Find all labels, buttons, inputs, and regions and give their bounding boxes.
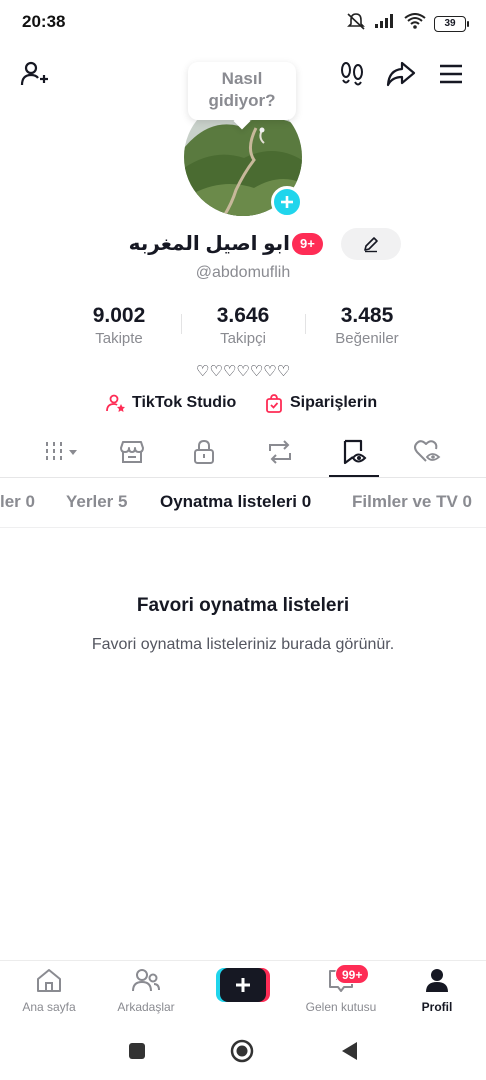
tiktok-studio-link[interactable]: TikTok Studio [106,393,236,413]
name-badge[interactable]: 9+ [292,233,323,255]
stat-value: 3.646 [216,304,270,327]
status-bubble[interactable]: Nasıl gidiyor? [188,62,296,120]
add-user-icon[interactable] [17,57,51,91]
stat-value: 3.485 [340,304,394,327]
lock-icon[interactable] [182,432,226,472]
circle-icon [230,1039,254,1063]
friends-icon [132,969,160,992]
subtabs-divider [0,527,486,528]
status-icons: 39 [346,12,469,35]
sub-tabs: ler 0 Yerler 5 Oynatma listeleri 0 Filml… [0,478,486,528]
plus-icon [281,196,293,208]
home-button[interactable] [229,1038,255,1064]
subtab-previous[interactable]: ler 0 [0,492,35,512]
subtab-places[interactable]: Yerler 5 [66,492,127,512]
stat-label: Beğeniler [335,330,399,347]
nav-label: Ana sayfa [22,1000,76,1014]
nav-profile[interactable]: Profil [392,967,482,1014]
add-photo-button[interactable] [271,186,303,218]
bottom-nav: Ana sayfa Arkadaşlar Gelen kutusu 99+ Pr… [0,960,486,1018]
recents-button[interactable] [124,1038,150,1064]
nav-label: Arkadaşlar [117,1000,175,1014]
repost-icon[interactable] [258,432,302,472]
stat-divider [305,314,306,334]
display-name: ابو اصيل المغربه [128,233,290,255]
orders-link[interactable]: Siparişlerin [264,393,377,413]
back-triangle-icon [342,1042,357,1060]
stat-label: Takipte [95,330,143,347]
profile-icon [426,969,448,992]
status-bar: 20:38 39 [0,0,486,44]
create-button[interactable] [216,968,270,1002]
footprints-icon[interactable] [335,57,369,91]
create-icon [216,968,270,1002]
shop-icon[interactable] [110,432,154,472]
nav-label: Profil [421,1000,453,1014]
stat-following[interactable]: 9.002 Takipte [59,304,179,347]
liked-icon[interactable] [406,432,450,472]
system-nav-bar [0,1020,486,1080]
studio-icon [106,394,125,412]
wifi-icon [404,13,426,34]
signal-icon [374,13,396,34]
empty-state-title: Favori oynatma listeleri [136,595,350,616]
empty-state-description: Favori oynatma listeleriniz burada görün… [91,636,395,653]
home-icon [37,969,61,992]
bio: ♡♡♡♡♡♡♡ [195,363,291,380]
grid-filter-icon[interactable] [40,432,84,472]
edit-profile-button[interactable] [341,228,401,260]
battery-icon: 39 [434,15,469,32]
subtab-playlists[interactable]: Oynatma listeleri 0 [160,492,311,512]
inbox-badge: 99+ [335,964,370,984]
profile-stats: 9.002 Takipte 3.646 Takipçi 3.485 Beğeni… [0,304,486,354]
nav-friends[interactable]: Arkadaşlar [101,967,191,1014]
square-icon [129,1043,145,1059]
link-label: Siparişlerin [290,394,378,411]
stat-label: Takipçi [220,330,266,347]
stat-value: 9.002 [92,304,146,327]
link-label: TikTok Studio [132,394,237,411]
nav-label: Gelen kutusu [305,1000,377,1014]
share-icon[interactable] [384,57,418,91]
username: @abdomuflih [195,264,291,281]
stat-likes[interactable]: 3.485 Beğeniler [307,304,427,347]
stat-divider [181,314,182,334]
content-tabs [0,428,486,478]
subtab-movies-tv[interactable]: Filmler ve TV 0 [352,492,472,512]
orders-icon [266,394,282,413]
favorites-icon[interactable] [332,432,376,472]
profile-links: TikTok Studio Siparişlerin [0,393,486,417]
pencil-icon [364,237,378,253]
back-button[interactable] [337,1038,363,1064]
stat-followers[interactable]: 3.646 Takipçi [183,304,303,347]
name-row: ابو اصيل المغربه 9+ [0,228,486,260]
status-time: 20:38 [22,12,66,31]
menu-icon[interactable] [434,57,468,91]
nav-home[interactable]: Ana sayfa [4,967,94,1014]
mute-icon [346,12,366,35]
